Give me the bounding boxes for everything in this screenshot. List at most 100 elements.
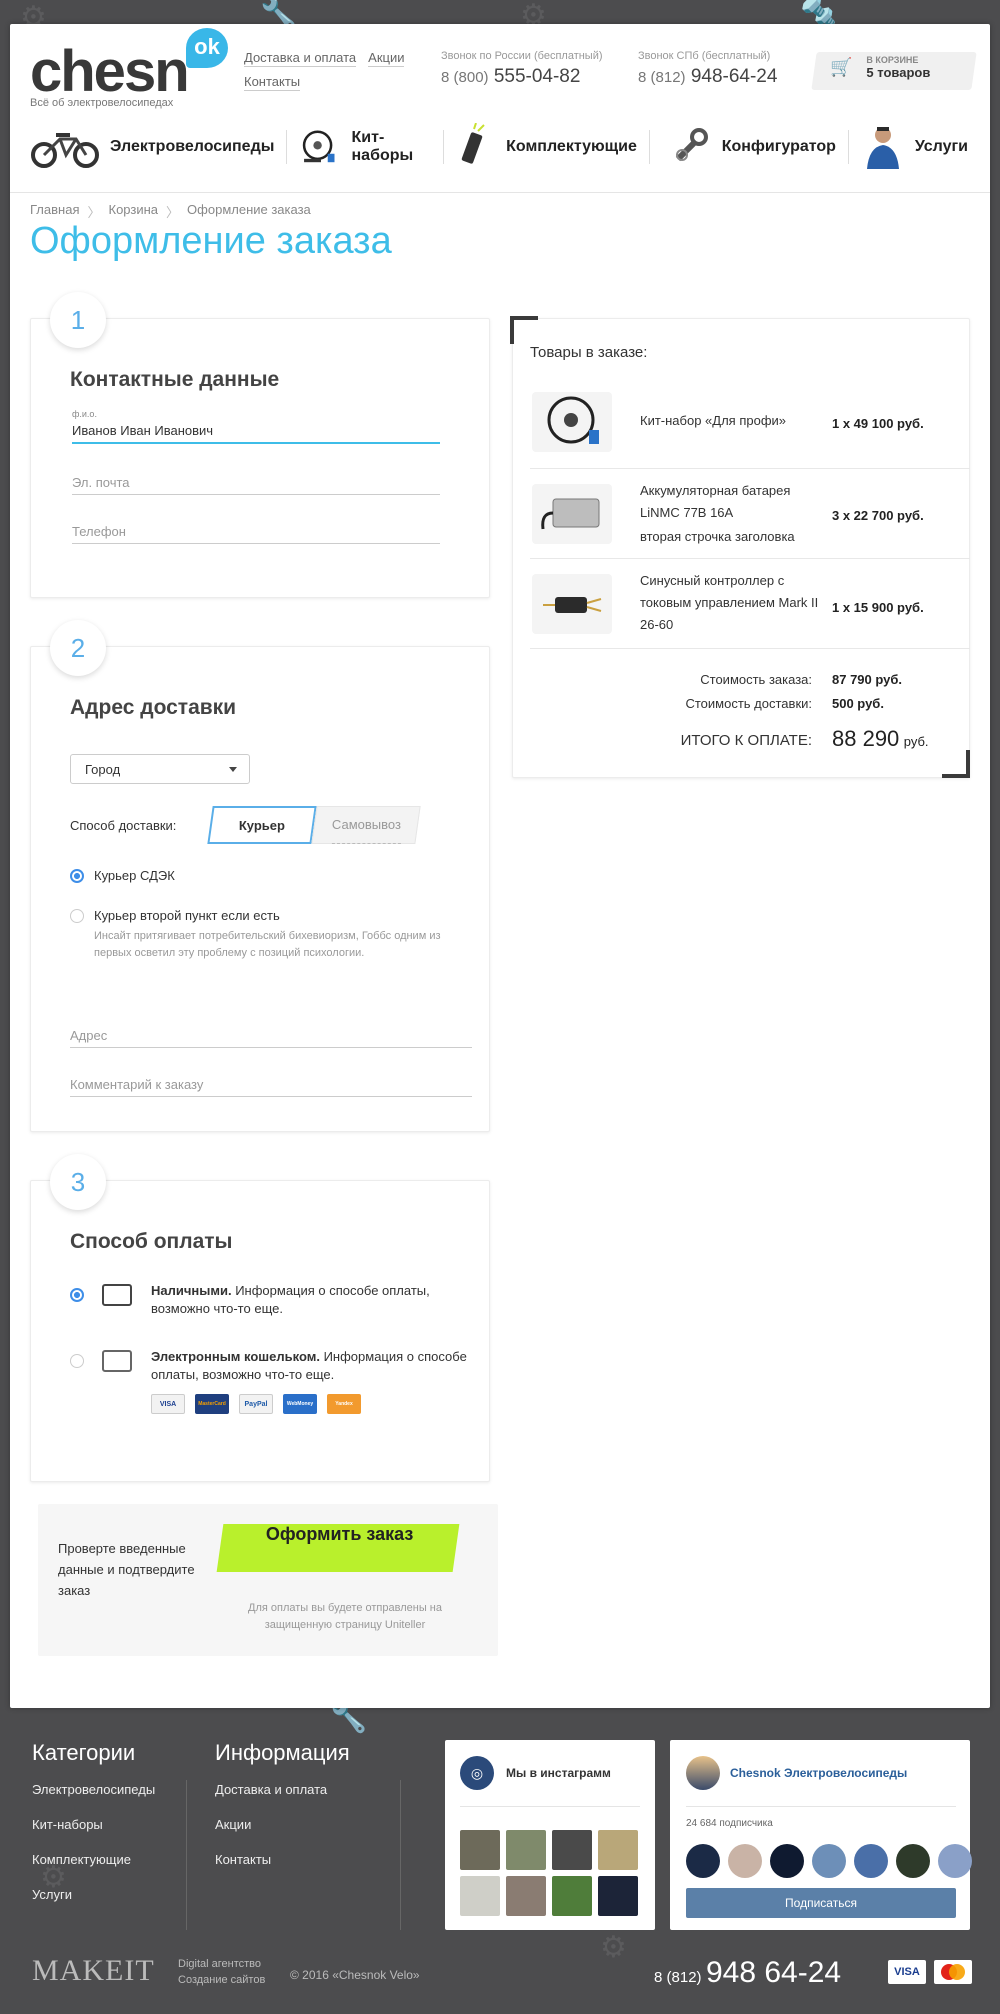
- footer-categories-title: Категории: [32, 1740, 136, 1765]
- vk-member-avatars: [686, 1844, 972, 1878]
- cart-icon: 🛒: [830, 57, 853, 78]
- order-item-price: 3 x 22 700 руб.: [832, 508, 924, 523]
- cart-count: 5 товаров: [866, 65, 931, 80]
- phone-field[interactable]: Телефон: [72, 524, 440, 544]
- nav-label: Электровелосипеды: [110, 138, 275, 155]
- header-link-delivery[interactable]: Доставка и оплата: [244, 50, 357, 67]
- courier-second-option[interactable]: Курьер второй пункт если есть: [70, 908, 280, 923]
- delivery-pickup-button[interactable]: Самовывоз: [311, 806, 421, 844]
- phone-russia-caption: Звонок по России (бесплатный): [441, 50, 603, 62]
- avatar[interactable]: [938, 1844, 972, 1878]
- footer-link[interactable]: Электровелосипеды: [32, 1782, 155, 1797]
- footer-link[interactable]: Контакты: [215, 1852, 327, 1867]
- vk-group-title[interactable]: Chesnok Электровелосипеды: [730, 1766, 907, 1780]
- radio-unchecked[interactable]: [70, 908, 84, 923]
- corner-decoration: [942, 750, 970, 778]
- instagram-photo[interactable]: [552, 1876, 592, 1916]
- nav-label: Комплектующие: [506, 138, 637, 155]
- header-divider: [10, 192, 990, 193]
- page-container: chesn ok Всё об электровелосипедах Доста…: [10, 24, 990, 1708]
- mechanic-icon: [866, 127, 899, 169]
- courier-cdek-option[interactable]: Курьер СДЭК: [70, 868, 175, 883]
- tagline: Всё об электровелосипедах: [30, 97, 174, 109]
- header-link-contacts[interactable]: Контакты: [244, 74, 301, 91]
- footer-info: Доставка и оплата Акции Контакты: [215, 1782, 327, 1867]
- footer-link[interactable]: Кит-наборы: [32, 1817, 155, 1832]
- avatar[interactable]: [812, 1844, 846, 1878]
- email-field[interactable]: Эл. почта: [72, 475, 440, 495]
- delivery-courier-button[interactable]: Курьер: [207, 806, 317, 844]
- vk-subscribe-button[interactable]: Подписаться: [686, 1888, 956, 1918]
- instagram-photo[interactable]: [460, 1876, 500, 1916]
- visa-logo: VISA: [151, 1394, 185, 1414]
- order-cost-label: Стоимость заказа:: [700, 672, 812, 687]
- order-item-price: 1 x 15 900 руб.: [832, 600, 924, 615]
- delivery-method-label: Способ доставки:: [70, 818, 177, 833]
- avatar[interactable]: [728, 1844, 762, 1878]
- header-link-promo[interactable]: Акции: [368, 50, 405, 67]
- nav-item-services[interactable]: Услуги: [861, 120, 980, 174]
- paypal-logo: PayPal: [239, 1394, 273, 1414]
- webmoney-logo: WebMoney: [283, 1394, 317, 1414]
- instagram-icon[interactable]: ◎: [460, 1756, 494, 1790]
- makeit-logo[interactable]: MAKEIT: [32, 1954, 155, 1988]
- total-value: 88 290 руб.: [832, 726, 929, 751]
- address-field[interactable]: Адрес: [70, 1028, 472, 1048]
- mastercard-logo: MasterCard: [195, 1394, 229, 1414]
- bike-icon: [31, 133, 99, 168]
- name-field[interactable]: Иванов Иван Иванович: [72, 423, 440, 444]
- battery-product-image: [532, 484, 612, 544]
- confirm-text: Проверте введенные данные и подтвердите …: [58, 1541, 195, 1598]
- name-label: ф.и.о.: [72, 409, 97, 419]
- avatar[interactable]: [896, 1844, 930, 1878]
- radio-checked[interactable]: [70, 868, 84, 883]
- payment-ewallet-radio[interactable]: [70, 1354, 84, 1368]
- order-item-name: Аккумуляторная батарея LiNMC 77В 16А: [640, 483, 791, 520]
- instagram-photo[interactable]: [506, 1830, 546, 1870]
- total-label: ИТОГО К ОПЛАТЕ:: [680, 732, 812, 749]
- step-number: 2: [50, 620, 106, 676]
- logo[interactable]: chesn: [30, 38, 190, 105]
- city-select[interactable]: Город: [70, 754, 250, 784]
- vk-avatar[interactable]: [686, 1756, 720, 1790]
- footer-link[interactable]: Комплектующие: [32, 1852, 155, 1867]
- instagram-photo[interactable]: [506, 1876, 546, 1916]
- nav-item-configurator[interactable]: Конфигуратор: [668, 120, 848, 174]
- payment-logos: VISA MasterCard PayPal WebMoney Yandex: [151, 1394, 361, 1414]
- cart-content[interactable]: 🛒 в корзине 5 товаров: [830, 55, 930, 80]
- instagram-photo[interactable]: [552, 1830, 592, 1870]
- comment-field[interactable]: Комментарий к заказу: [70, 1077, 472, 1097]
- delivery-toggle: Курьер Самовывоз: [207, 806, 421, 844]
- instagram-photo[interactable]: [598, 1876, 638, 1916]
- footer-info-title: Информация: [215, 1740, 350, 1765]
- payment-title: Способ оплаты: [70, 1230, 233, 1253]
- payment-cash-option[interactable]: Наличными. Информация о способе оплаты, …: [151, 1282, 471, 1318]
- phone-spb[interactable]: 8 (812) 948-64-24: [638, 66, 777, 88]
- payment-card: [30, 1180, 490, 1482]
- phone-russia[interactable]: 8 (800) 555-04-82: [441, 66, 603, 88]
- instagram-photo[interactable]: [598, 1830, 638, 1870]
- yandex-money-logo: Yandex: [327, 1394, 361, 1414]
- instagram-photos: [460, 1830, 638, 1916]
- nav-label: Конфигуратор: [721, 138, 836, 155]
- avatar[interactable]: [854, 1844, 888, 1878]
- payment-cash-radio[interactable]: [70, 1288, 84, 1302]
- nav-item-ebikes[interactable]: Электровелосипеды: [30, 120, 286, 174]
- breadcrumb-cart[interactable]: Корзина: [109, 202, 159, 221]
- step-number: 1: [50, 292, 106, 348]
- instagram-photo[interactable]: [460, 1830, 500, 1870]
- breadcrumb-current: Оформление заказа: [187, 202, 311, 217]
- avatar[interactable]: [686, 1844, 720, 1878]
- footer-phone[interactable]: 8 (812) 948 64-24: [654, 1956, 841, 1990]
- breadcrumb-home[interactable]: Главная: [30, 202, 79, 221]
- footer-link[interactable]: Услуги: [32, 1887, 155, 1902]
- avatar[interactable]: [770, 1844, 804, 1878]
- nav-label: Услуги: [914, 138, 969, 155]
- submit-order-button[interactable]: Оформить заказ: [216, 1524, 460, 1572]
- footer-link[interactable]: Акции: [215, 1817, 327, 1832]
- footer-link[interactable]: Доставка и оплата: [215, 1782, 327, 1797]
- nav-item-kits[interactable]: Кит-наборы: [299, 120, 443, 174]
- nav-item-parts[interactable]: Комплектующие: [456, 120, 649, 174]
- payment-note: Для оплаты вы будете отправлены на защищ…: [248, 1602, 442, 1631]
- payment-ewallet-option[interactable]: Электронным кошельком. Информация о спос…: [151, 1348, 471, 1384]
